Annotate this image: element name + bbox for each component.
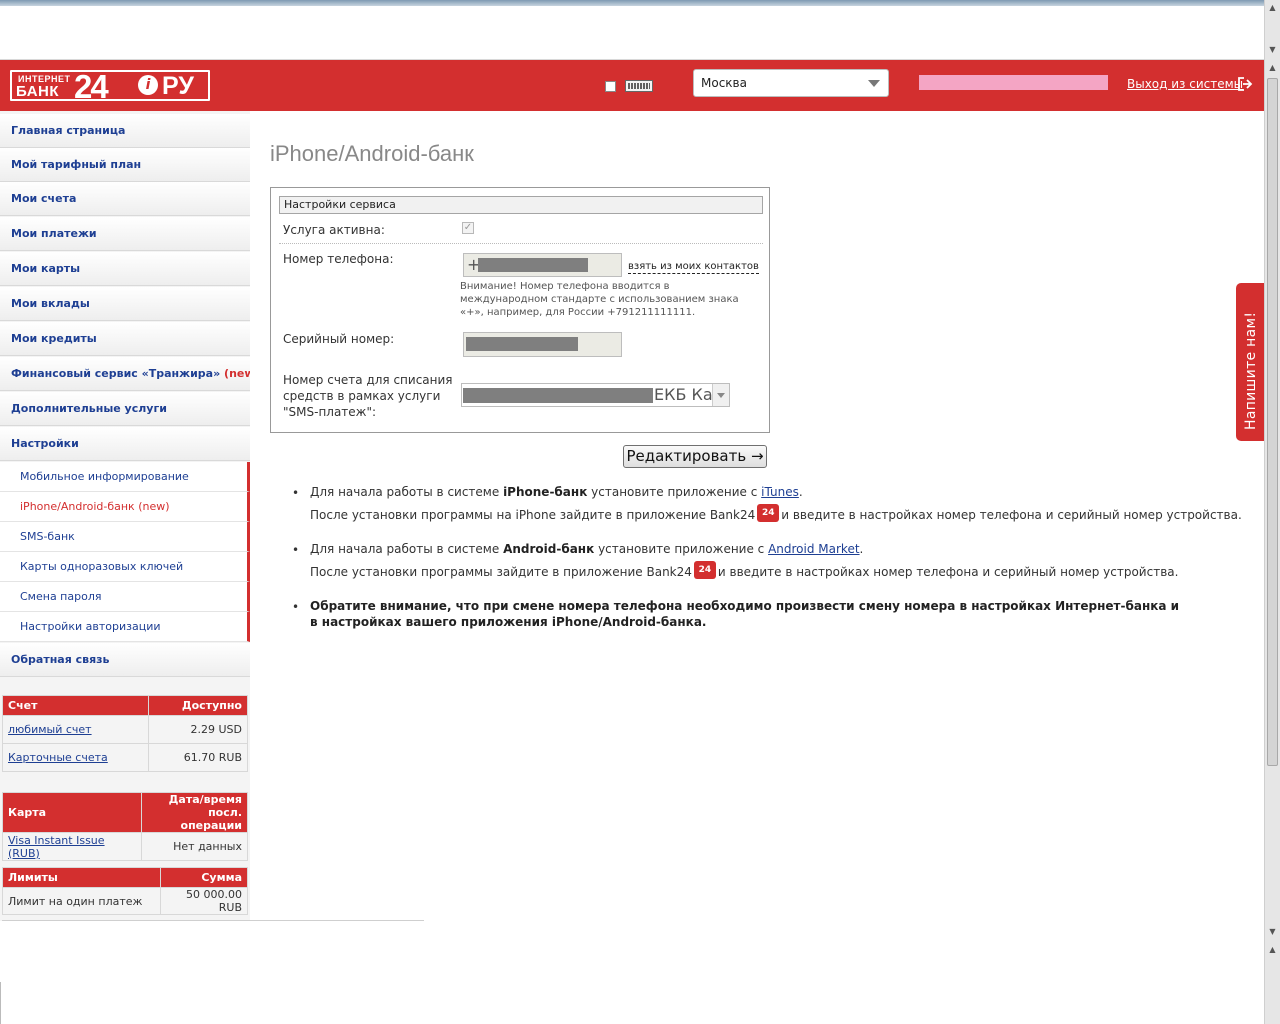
scroll-up-icon[interactable]: ▲ (1265, 942, 1280, 958)
account-label: Номер счета для списания средств в рамка… (283, 373, 453, 419)
scrollbar-thumb[interactable] (1267, 78, 1278, 766)
account-link[interactable]: Карточные счета (8, 751, 108, 764)
iphone-instruction-line1: Для начала работы в системе iPhone-банк … (310, 485, 803, 499)
table-row: Visa Instant Issue (RUB) Нет данных (2, 832, 248, 861)
chevron-down-icon (868, 80, 880, 87)
cards-header-card: Карта (2, 792, 142, 833)
page-title: iPhone/Android-банк (270, 141, 474, 166)
account-select[interactable]: ЕКБ Ка (461, 383, 730, 407)
page: ▲ ▼ ИНТЕРНЕТ БАНК 24 i РУ Москва Выход и… (0, 0, 1280, 1024)
sidebar-item-cards[interactable]: Мои карты (0, 252, 250, 286)
scroll-up-icon[interactable]: ▲ (1265, 0, 1280, 16)
sidebar-item-tranzhira[interactable]: Финансовый сервис «Транжира» (new) (0, 357, 260, 391)
limit-name: Лимит на один платеж (2, 887, 161, 915)
bullet-icon: • (292, 600, 300, 614)
phone-label: Номер телефона: (283, 252, 394, 266)
limits-header-sum: Сумма (160, 867, 248, 888)
cards-header-last-operation: Дата/время посл. операции (141, 792, 248, 833)
city-select-value: Москва (701, 76, 747, 90)
table-row: любимый счет 2.29 USD (2, 715, 248, 744)
android-market-link[interactable]: Android Market (768, 542, 859, 556)
scroll-up-icon[interactable]: ▲ (1265, 60, 1280, 76)
accounts-table: Счет Доступно любимый счет 2.29 USD Карт… (2, 695, 248, 772)
logo-number: 24 (74, 68, 109, 105)
sidebar-subitem-sms-bank[interactable]: SMS-банк (0, 522, 250, 552)
limits-header-name: Лимиты (2, 867, 161, 888)
logo-circle-icon: i (138, 75, 158, 95)
user-name-redacted (919, 75, 1108, 90)
browser-blank-area (0, 6, 1264, 60)
keyboard-icon[interactable] (625, 80, 653, 92)
panel-title: Настройки сервиса (279, 196, 763, 214)
limits-table: Лимиты Сумма Лимит на один платеж 50 000… (2, 867, 248, 915)
itunes-link[interactable]: iTunes (761, 485, 799, 499)
bank24-logo[interactable]: ИНТЕРНЕТ БАНК 24 i РУ (10, 68, 210, 105)
browser-bottom-area (0, 921, 1264, 1024)
sidebar-item-feedback[interactable]: Обратная связь (0, 643, 250, 677)
sidebar-item-settings[interactable]: Настройки (0, 427, 250, 461)
contacts-link[interactable]: взять из моих контактов (628, 261, 759, 274)
bottom-frame-scrollbar[interactable]: ▲ (1264, 942, 1280, 1024)
feedback-tab-label[interactable]: Напишите нам! (1243, 312, 1259, 430)
service-settings-panel: Настройки сервиса Услуга активна: ✓ Номе… (270, 187, 770, 433)
bottom-frame-border (0, 982, 8, 1024)
scroll-down-icon[interactable]: ▼ (1265, 42, 1280, 58)
accounts-header-account: Счет (2, 695, 149, 716)
phone-change-warning: Обратите внимание, что при смене номера … (310, 599, 1180, 629)
serial-redacted (466, 337, 578, 351)
card-last-operation: Нет данных (141, 832, 248, 861)
account-balance: 61.70 RUB (148, 743, 248, 772)
android-instruction-line2: После установки программы зайдите в прил… (310, 561, 1178, 580)
sidebar-item-services[interactable]: Дополнительные услуги (0, 392, 250, 426)
serial-input[interactable] (463, 332, 622, 357)
sidebar-item-deposits[interactable]: Мои вклады (0, 287, 250, 321)
phone-hint: Внимание! Номер телефона вводится в межд… (460, 281, 739, 318)
top-frame-scrollbar[interactable]: ▲ ▼ (1264, 0, 1280, 60)
iphone-instruction-line2: После установки программы на iPhone зайд… (310, 504, 1242, 523)
divider (279, 243, 763, 244)
account-link[interactable]: любимый счет (8, 723, 92, 736)
bank24-app-icon: 24 (693, 561, 716, 579)
phone-redacted (478, 258, 588, 272)
service-active-checkbox[interactable]: ✓ (462, 222, 474, 234)
bank24-app-icon: 24 (757, 504, 780, 522)
city-select[interactable]: Москва (693, 69, 889, 97)
edit-button[interactable]: Редактировать → (623, 445, 767, 468)
logout-icon[interactable] (1237, 76, 1253, 92)
service-active-label: Услуга активна: (283, 223, 385, 237)
scroll-down-icon[interactable]: ▼ (1265, 924, 1280, 940)
cards-table: Карта Дата/время посл. операции Visa Inst… (2, 792, 248, 861)
table-row: Карточные счета 61.70 RUB (2, 743, 248, 772)
bottom-frame-edge (2, 920, 424, 923)
sidebar-subitem-mobile-info[interactable]: Мобильное информирование (0, 462, 250, 492)
virtual-keyboard-checkbox[interactable] (605, 81, 616, 92)
bullet-icon: • (292, 543, 300, 557)
chevron-down-icon (712, 384, 729, 406)
logo-bank-text: БАНК (16, 83, 60, 100)
phone-input[interactable]: + (463, 253, 622, 277)
logo-domain: РУ (162, 72, 194, 100)
account-balance: 2.29 USD (148, 715, 248, 744)
sidebar-subitem-auth-settings[interactable]: Настройки авторизации (0, 612, 250, 642)
sidebar-item-accounts[interactable]: Мои счета (0, 182, 250, 216)
accounts-header-available: Доступно (148, 695, 248, 716)
sidebar-subitem-otp-cards[interactable]: Карты одноразовых ключей (0, 552, 250, 582)
sidebar-item-payments[interactable]: Мои платежи (0, 217, 250, 251)
logout-link[interactable]: Выход из системы (1127, 77, 1243, 91)
limit-value: 50 000.00 RUB (160, 887, 248, 915)
sidebar-item-tariff[interactable]: Мой тарифный план (0, 148, 250, 182)
android-instruction-line1: Для начала работы в системе Android-банк… (310, 542, 864, 556)
sidebar-item-home[interactable]: Главная страница (0, 114, 250, 148)
sidebar-item-credits[interactable]: Мои кредиты (0, 322, 250, 356)
bullet-icon: • (292, 486, 300, 500)
account-select-value: ЕКБ Ка (654, 385, 713, 404)
serial-label: Серийный номер: (283, 332, 395, 346)
sidebar-subitem-iphone-android[interactable]: iPhone/Android-банк (new) (0, 492, 250, 522)
page-scrollbar[interactable]: ▲ ▼ (1264, 60, 1280, 942)
sidebar-subitem-change-password[interactable]: Смена пароля (0, 582, 250, 612)
table-row: Лимит на один платеж 50 000.00 RUB (2, 887, 248, 915)
account-redacted (463, 388, 653, 403)
card-link[interactable]: Visa Instant Issue (RUB) (8, 834, 105, 860)
